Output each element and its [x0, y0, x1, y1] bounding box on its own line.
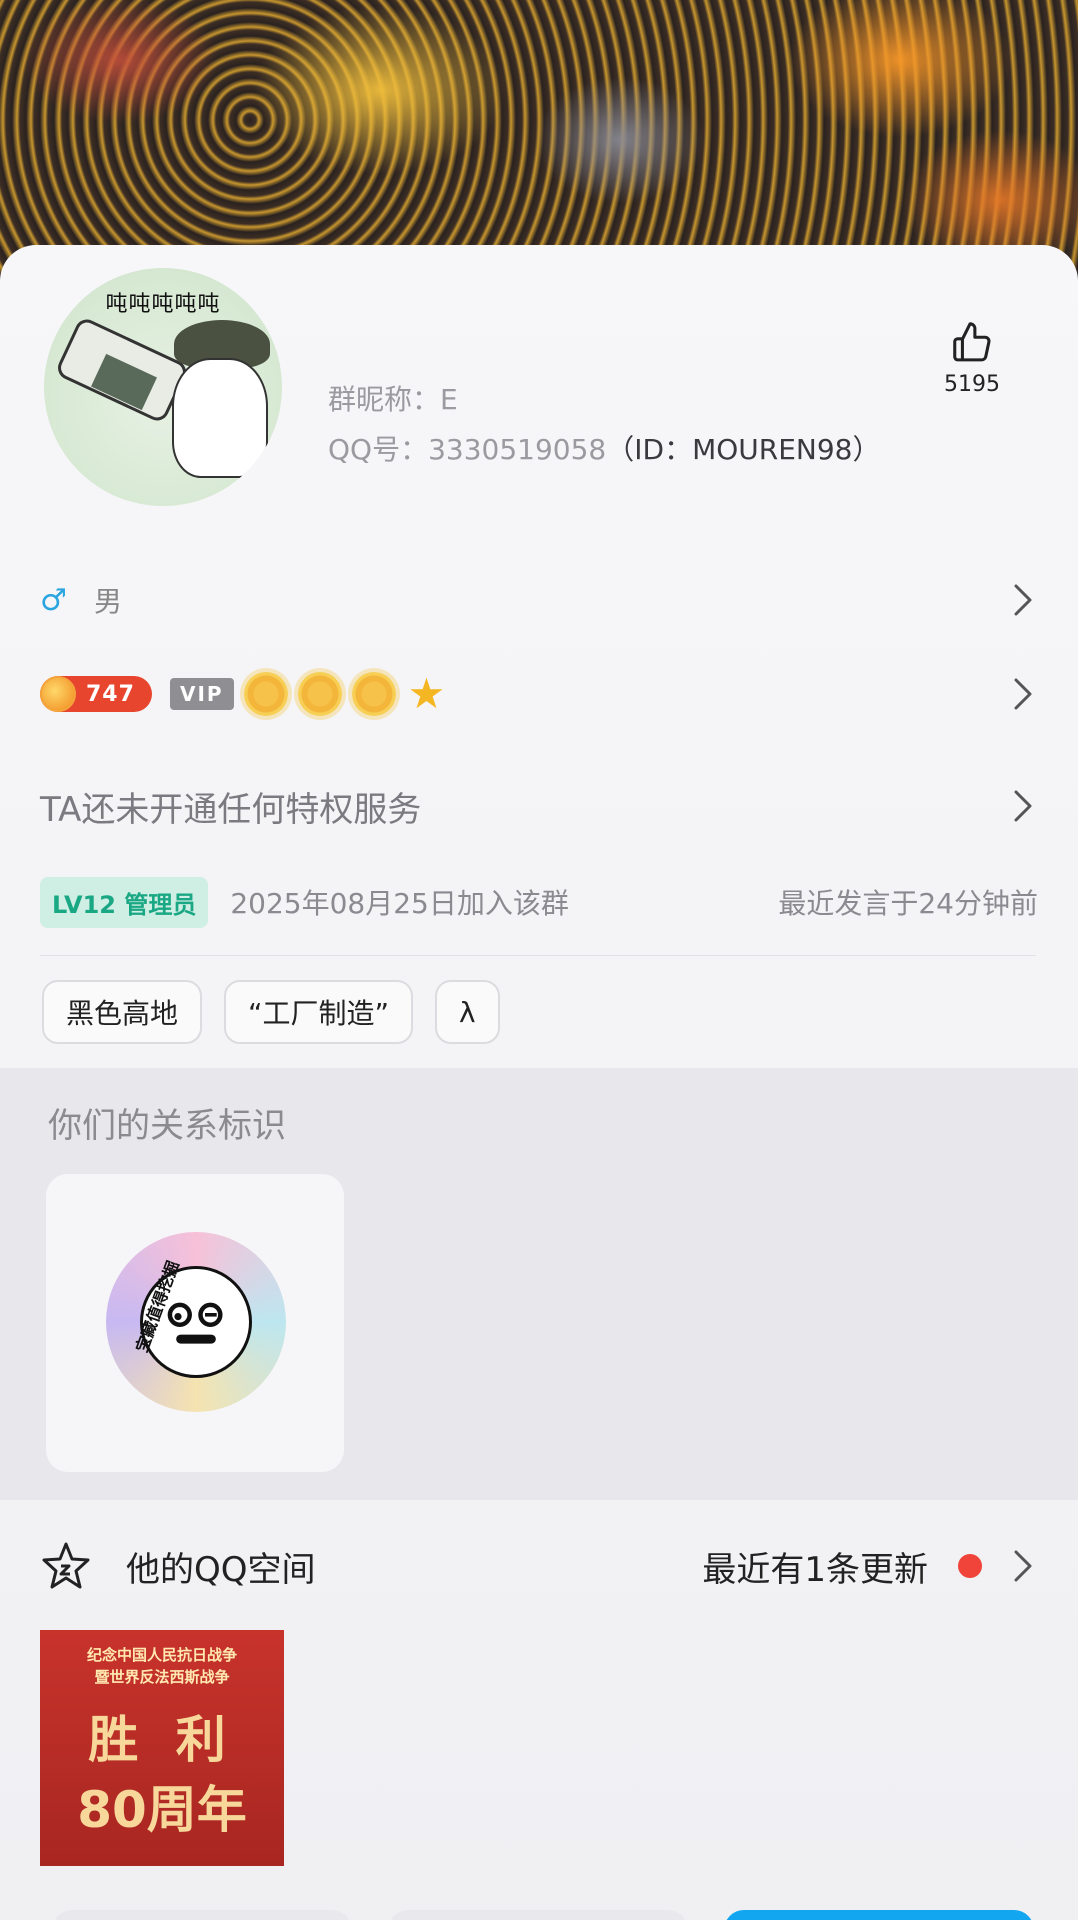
bottom-button[interactable] [388, 1910, 688, 1920]
relation-title: 你们的关系标识 [48, 1106, 286, 1146]
thumb-line2: 暨世界反法西斯战争 [94, 1668, 230, 1686]
like-button[interactable]: 5195 [940, 320, 1004, 397]
group-nickname: 群昵称：E [328, 383, 458, 416]
avatar[interactable]: 吨吨吨吨吨 [44, 268, 282, 506]
like-count: 5195 [944, 372, 1000, 397]
relation-card[interactable]: 宝藏值得挖掘 [46, 1174, 344, 1472]
male-icon: ♂ [40, 582, 67, 618]
qq-info: QQ号：3330519058（ID：MOUREN98） [328, 428, 880, 468]
chevron-right-icon [1008, 1546, 1038, 1586]
qq-prefix: QQ号： [328, 433, 429, 466]
group-info-row: LV12 管理员 2025年08月25日加入该群 最近发言于24分钟前 [40, 872, 1038, 932]
sun-icon [243, 672, 288, 716]
thumb-big1: 胜 利 [88, 1711, 236, 1769]
bottom-primary-button[interactable] [724, 1910, 1034, 1920]
relation-section: 你们的关系标识 宝藏值得挖掘 [0, 1068, 1078, 1500]
level-badge: 747 [40, 676, 152, 712]
thumb-big2: 80周年 [77, 1781, 247, 1839]
avatar-caption: 吨吨吨吨吨 [105, 292, 221, 317]
tag-item[interactable]: λ [435, 980, 500, 1044]
sun-icon [297, 672, 342, 716]
bottom-button[interactable] [52, 1910, 352, 1920]
tag-item[interactable]: 黑色高地 [42, 980, 203, 1044]
thumb-line1: 纪念中国人民抗日战争 [86, 1646, 237, 1664]
profile-banner [0, 0, 1078, 280]
unread-dot [958, 1554, 982, 1578]
star-icon: ★ [407, 669, 446, 718]
gender-text: 男 [94, 585, 123, 618]
privilege-text: TA还未开通任何特权服务 [40, 789, 422, 830]
qzone-update: 最近有1条更新 [702, 1549, 928, 1590]
privilege-row[interactable]: TA还未开通任何特权服务 [40, 776, 1038, 836]
qq-number: 3330519058 [428, 433, 607, 466]
coin-icon [40, 676, 76, 712]
divider [40, 955, 1036, 956]
uid: （ID：MOUREN98） [606, 433, 881, 466]
gender-row[interactable]: ♂ 男 [40, 570, 1038, 630]
sun-icon [351, 672, 396, 716]
last-speak: 最近发言于24分钟前 [778, 887, 1038, 920]
level-row[interactable]: 747 VIP ★ [40, 664, 1038, 724]
qzone-star-icon [42, 1542, 90, 1589]
tag-list: 黑色高地 “工厂制造” λ [42, 980, 500, 1044]
chevron-right-icon [1008, 786, 1038, 826]
join-date: 2025年08月25日加入该群 [230, 887, 569, 920]
avatar-face [172, 358, 268, 478]
level-value: 747 [86, 681, 135, 707]
lv-badge: LV12 管理员 [40, 876, 209, 928]
tag-item[interactable]: “工厂制造” [224, 980, 414, 1044]
chevron-right-icon [1008, 580, 1038, 620]
vip-badge: VIP [170, 678, 234, 710]
qzone-title: 他的QQ空间 [126, 1549, 316, 1590]
qzone-thumbnail[interactable]: 纪念中国人民抗日战争 暨世界反法西斯战争 胜 利 80周年 [40, 1630, 284, 1866]
thumb-up-icon [953, 322, 991, 362]
chevron-right-icon [1008, 674, 1038, 714]
qzone-row[interactable]: 他的QQ空间 最近有1条更新 [40, 1536, 1038, 1596]
relation-medal-icon: 宝藏值得挖掘 [106, 1232, 286, 1412]
